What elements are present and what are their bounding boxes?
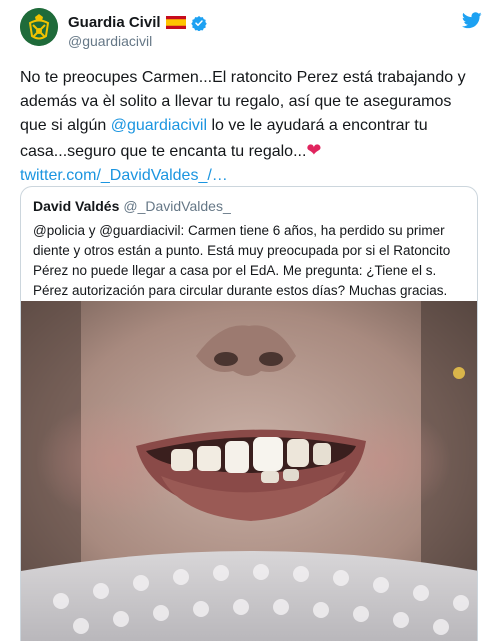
quoted-author-name: David Valdés	[33, 198, 120, 214]
child-smile-photo[interactable]	[21, 301, 478, 641]
verified-badge-icon	[190, 15, 207, 31]
mention-link[interactable]: @guardiacivil	[111, 117, 207, 134]
quoted-author-handle: @_DavidValdes_	[123, 198, 231, 214]
quoted-tweet-header: David Valdés @_DavidValdes_	[33, 198, 231, 214]
avatar[interactable]	[20, 8, 58, 46]
tweet-header: Guardia Civil @guardiacivil	[20, 8, 482, 52]
quoted-tweet[interactable]: David Valdés @_DavidValdes_ @policia y @g…	[20, 186, 478, 641]
tweet-text: No te preocupes Carmen...El ratoncito Pe…	[20, 66, 480, 188]
guardia-civil-logo-icon	[20, 8, 58, 46]
account-handle[interactable]: @guardiacivil	[68, 33, 207, 49]
quoted-tweet-text: @policia y @guardiacivil: Carmen tiene 6…	[33, 223, 451, 298]
heart-emoji: ❤	[306, 140, 322, 160]
author-block[interactable]: Guardia Civil @guardiacivil	[68, 14, 207, 49]
account-name[interactable]: Guardia Civil	[68, 14, 161, 31]
twitter-bird-icon[interactable]	[462, 12, 482, 29]
spain-flag-icon	[165, 16, 186, 29]
quoted-tweet-link[interactable]: twitter.com/_DavidValdes_/…	[20, 167, 228, 184]
